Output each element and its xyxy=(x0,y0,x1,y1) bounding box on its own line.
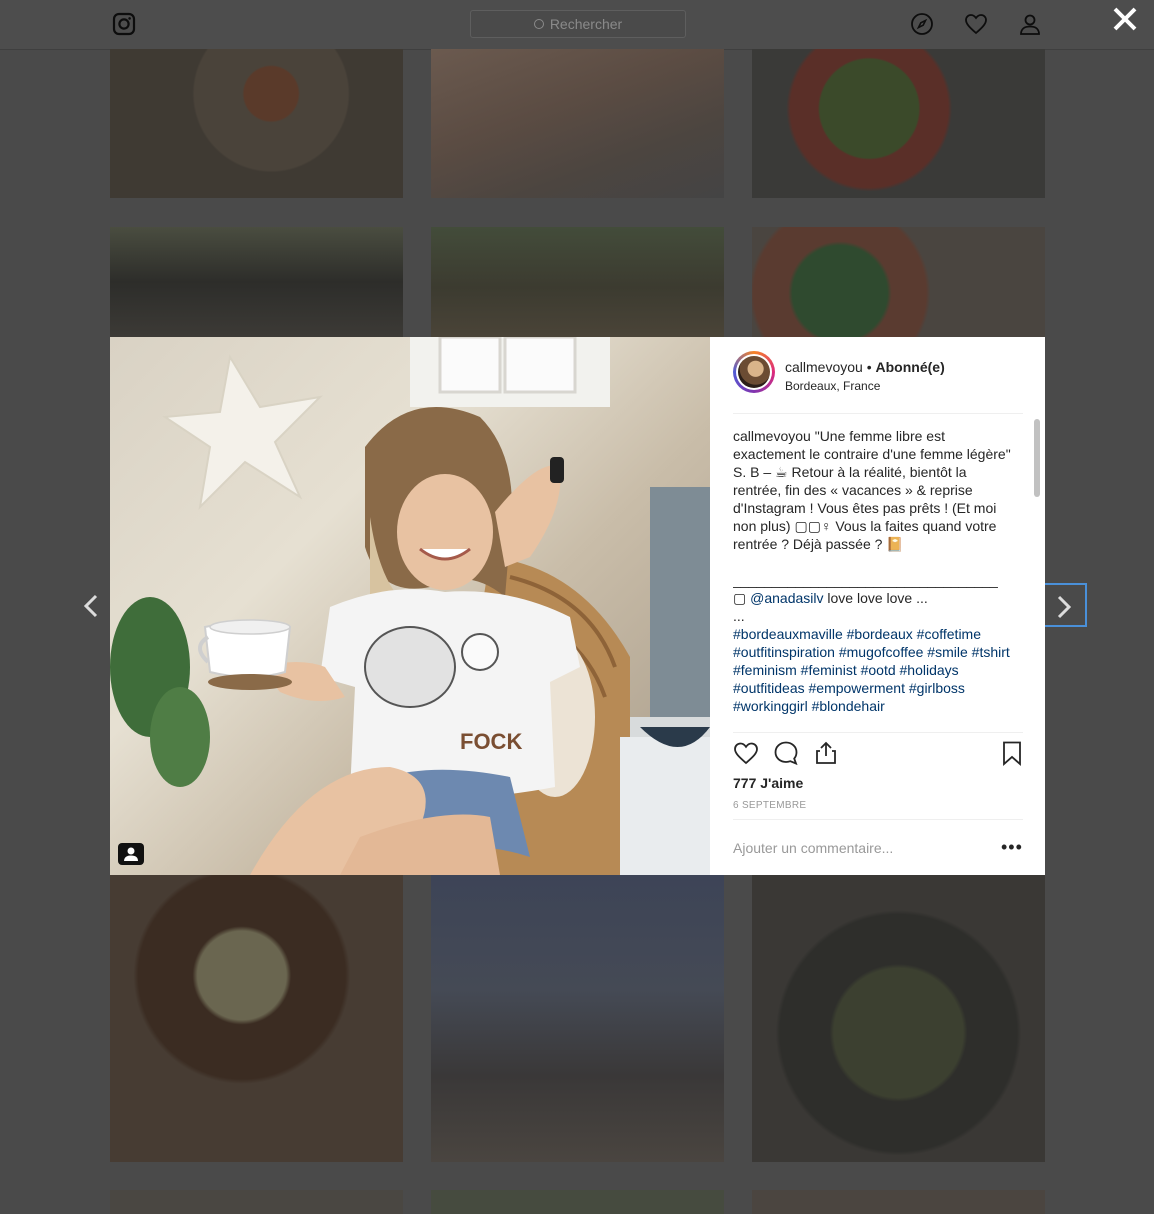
post-header: callmevoyou • Abonné(e) Bordeaux, France xyxy=(733,351,1023,414)
comment-bubble-icon[interactable] xyxy=(773,740,799,766)
close-icon[interactable] xyxy=(1110,4,1140,34)
feed-post-thumbnail[interactable] xyxy=(431,875,724,1162)
caption-text: "Une femme libre est exactement le contr… xyxy=(733,428,1011,552)
post-caption: callmevoyou "Une femme libre est exactem… xyxy=(733,427,1013,731)
post-photo[interactable]: FOCK xyxy=(110,337,710,875)
share-icon[interactable] xyxy=(813,740,839,766)
like-heart-icon[interactable] xyxy=(733,740,759,766)
caption-ellipsis: ... xyxy=(733,608,745,624)
credit-text: love love love ... xyxy=(823,590,928,606)
top-navigation-bar: Rechercher xyxy=(0,0,1154,50)
mention-link[interactable]: @anadasilv xyxy=(750,590,823,606)
compass-icon[interactable] xyxy=(910,12,934,36)
user-tag-icon xyxy=(124,847,138,861)
follow-status-button[interactable]: Abonné(e) xyxy=(876,359,945,375)
profile-icon[interactable] xyxy=(1018,12,1042,36)
tagged-users-button[interactable] xyxy=(118,843,144,865)
hashtags[interactable]: #bordeauxmaville #bordeaux #coffetime #o… xyxy=(733,625,1013,715)
next-post-button[interactable] xyxy=(1045,583,1087,627)
credit-prefix: ▢ xyxy=(733,590,751,606)
feed-post-thumbnail[interactable] xyxy=(431,1190,724,1214)
feed-post-thumbnail[interactable] xyxy=(431,227,724,337)
post-photo-illustration: FOCK xyxy=(110,337,710,875)
location-link[interactable]: Bordeaux, France xyxy=(785,379,880,393)
likes-count[interactable]: 777 J'aime xyxy=(733,775,803,791)
feed-post-thumbnail[interactable] xyxy=(110,49,403,198)
username-link[interactable]: callmevoyou xyxy=(785,359,863,375)
divider xyxy=(733,732,1023,733)
previous-post-arrow-icon[interactable] xyxy=(78,590,104,622)
bookmark-icon[interactable] xyxy=(999,740,1025,766)
comment-input[interactable] xyxy=(733,837,983,859)
heart-icon[interactable] xyxy=(964,12,988,36)
next-post-arrow-icon xyxy=(1057,595,1072,619)
separator: • xyxy=(862,359,876,375)
search-placeholder: Rechercher xyxy=(549,16,623,32)
feed-post-thumbnail[interactable] xyxy=(110,227,403,337)
feed-post-thumbnail[interactable] xyxy=(110,875,403,1162)
comment-form: ••• xyxy=(733,819,1023,876)
feed-post-thumbnail[interactable] xyxy=(752,227,1045,337)
caption-author-link[interactable]: callmevoyou xyxy=(733,428,811,444)
feed-post-thumbnail[interactable] xyxy=(752,875,1045,1162)
feed-post-thumbnail[interactable] xyxy=(752,49,1045,198)
shirt-print-text: FOCK xyxy=(460,729,522,754)
post-actions xyxy=(733,740,1023,770)
post-sidebar: callmevoyou • Abonné(e) Bordeaux, France… xyxy=(710,337,1045,875)
feed-post-thumbnail[interactable] xyxy=(752,1190,1045,1214)
search-input[interactable]: Rechercher xyxy=(470,10,686,38)
caption-rule: __________________________________ xyxy=(733,572,998,588)
post-author-line: callmevoyou • Abonné(e) xyxy=(785,359,945,375)
post-modal: FOCK callmevoyou • Abonné(e) Bordeaux, F… xyxy=(110,337,1045,875)
feed-post-thumbnail[interactable] xyxy=(110,1190,403,1214)
instagram-icon[interactable] xyxy=(112,12,136,36)
feed-post-thumbnail[interactable] xyxy=(431,49,724,198)
avatar[interactable] xyxy=(733,351,775,393)
search-icon xyxy=(533,19,544,29)
more-options-icon[interactable]: ••• xyxy=(1001,838,1023,856)
caption-scrollbar[interactable] xyxy=(1032,419,1042,731)
post-date[interactable]: 6 SEPTEMBRE xyxy=(733,800,806,811)
